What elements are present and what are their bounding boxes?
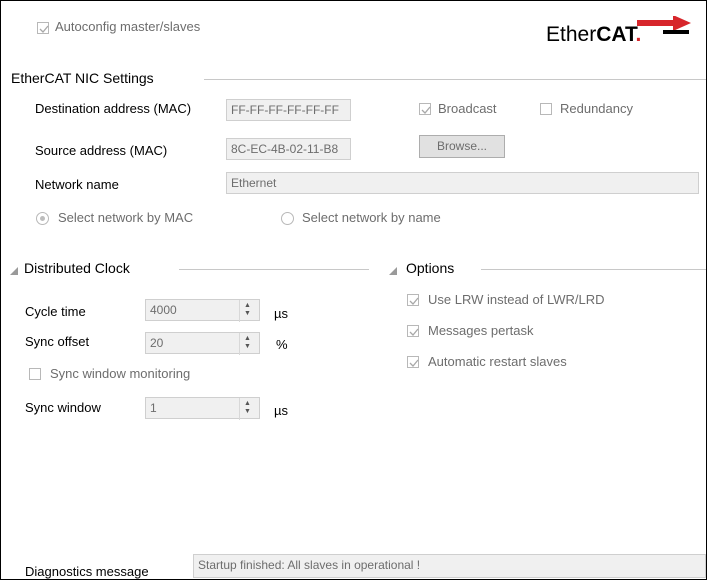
select-by-mac-radio[interactable]	[36, 212, 49, 225]
destination-address-field[interactable]: FF-FF-FF-FF-FF-FF	[226, 99, 351, 121]
redundancy-checkbox[interactable]	[540, 103, 552, 115]
options-title: Options	[406, 260, 455, 276]
sync-offset-unit: %	[276, 337, 288, 352]
use-lrw-checkbox[interactable]	[407, 294, 419, 306]
network-name-label: Network name	[35, 177, 119, 192]
options-divider	[481, 269, 706, 270]
sync-offset-spinner[interactable]: ▲ ▼	[239, 333, 255, 355]
use-lrw-label: Use LRW instead of LWR/LRD	[428, 292, 605, 307]
browse-button[interactable]: Browse...	[419, 135, 505, 158]
spin-down-icon[interactable]: ▼	[244, 343, 251, 351]
spin-up-icon[interactable]: ▲	[244, 400, 251, 408]
sync-offset-label: Sync offset	[25, 334, 90, 349]
cycle-time-spinner[interactable]: ▲ ▼	[239, 300, 255, 322]
select-by-name-label: Select network by name	[302, 210, 441, 225]
spin-down-icon[interactable]: ▼	[244, 310, 251, 318]
redundancy-label: Redundancy	[560, 101, 633, 116]
destination-address-label: Destination address (MAC)	[35, 101, 192, 116]
autoconfig-checkbox[interactable]	[37, 22, 49, 34]
sync-window-spinner[interactable]: ▲ ▼	[239, 398, 255, 420]
automatic-restart-checkbox[interactable]	[407, 356, 419, 368]
spin-up-icon[interactable]: ▲	[244, 302, 251, 310]
broadcast-checkbox[interactable]	[419, 103, 431, 115]
sync-window-monitoring-checkbox[interactable]	[29, 368, 41, 380]
cycle-time-label: Cycle time	[25, 304, 86, 319]
cycle-time-value: 4000	[150, 303, 177, 317]
sync-window-unit: µs	[274, 403, 288, 418]
messages-pertask-label: Messages pertask	[428, 323, 534, 338]
distributed-clock-collapse-icon[interactable]	[10, 267, 18, 275]
options-collapse-icon[interactable]	[389, 267, 397, 275]
diagnostics-label: Diagnostics message	[25, 564, 149, 579]
network-name-field[interactable]: Ethernet	[226, 172, 699, 194]
diagnostics-message-field[interactable]: Startup finished: All slaves in operatio…	[193, 554, 706, 578]
broadcast-label: Broadcast	[438, 101, 497, 116]
autoconfig-label: Autoconfig master/slaves	[55, 19, 201, 34]
cycle-time-input[interactable]: 4000 ▲ ▼	[145, 299, 260, 322]
source-address-field[interactable]: 8C-EC-4B-02-11-B8	[226, 138, 351, 160]
sync-offset-value: 20	[150, 336, 164, 350]
source-address-label: Source address (MAC)	[35, 143, 168, 158]
nic-settings-title: EtherCAT NIC Settings	[11, 70, 154, 86]
logo-text-plain: Ether	[546, 23, 597, 46]
distributed-clock-title: Distributed Clock	[24, 260, 130, 276]
messages-pertask-checkbox[interactable]	[407, 325, 419, 337]
select-by-mac-label: Select network by MAC	[58, 210, 194, 225]
logo-arrow-icon	[637, 16, 691, 34]
sync-offset-input[interactable]: 20 ▲ ▼	[145, 332, 260, 355]
nic-settings-divider	[204, 79, 706, 80]
automatic-restart-label: Automatic restart slaves	[428, 354, 567, 369]
ethercat-logo: EtherCAT.	[546, 23, 641, 47]
ethercat-config-panel: Autoconfig master/slaves EtherCAT. Ether…	[0, 0, 707, 580]
sync-window-value: 1	[150, 401, 157, 415]
cycle-time-unit: µs	[274, 306, 288, 321]
spin-up-icon[interactable]: ▲	[244, 335, 251, 343]
select-by-name-radio[interactable]	[281, 212, 294, 225]
logo-text-bold: CAT	[596, 23, 636, 46]
distributed-clock-divider	[179, 269, 369, 270]
sync-window-input[interactable]: 1 ▲ ▼	[145, 397, 260, 420]
sync-window-label: Sync window	[25, 400, 101, 415]
spin-down-icon[interactable]: ▼	[244, 408, 251, 416]
sync-window-monitoring-label: Sync window monitoring	[50, 366, 191, 381]
